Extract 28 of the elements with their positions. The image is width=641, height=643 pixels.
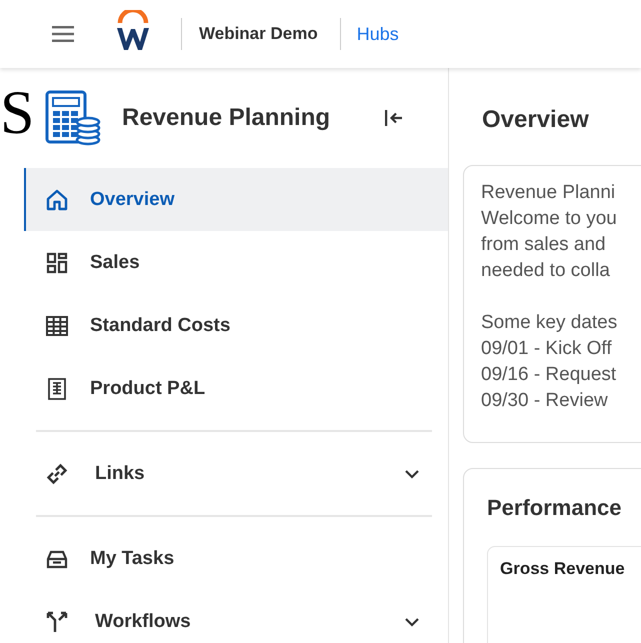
- welcome-text: Revenue Planni Welcome to you from sales and needed to colla: [481, 181, 618, 283]
- link-icon: [45, 462, 69, 486]
- nav-item[interactable]: Workflows: [24, 590, 448, 643]
- split-arrow-icon: [45, 610, 69, 634]
- collapse-icon[interactable]: [384, 109, 404, 127]
- page-title: Overview: [482, 106, 590, 134]
- nav-item[interactable]: Links: [24, 442, 448, 505]
- dashboard-icon: [45, 250, 69, 274]
- metric-title: Gross Revenue: [500, 559, 625, 578]
- app-title: Revenue Planning: [122, 104, 330, 132]
- calculator-coins-icon: [45, 90, 101, 146]
- chevron-down-icon[interactable]: [404, 468, 420, 478]
- nav-item[interactable]: Standard Costs: [24, 294, 448, 357]
- workspace-title: Webinar Demo: [199, 24, 318, 44]
- nav-item[interactable]: Product P&L: [24, 357, 448, 420]
- section-title: Performance: [487, 495, 623, 521]
- table-icon: [45, 314, 69, 338]
- stray-letter: S: [0, 82, 34, 144]
- nav-item[interactable]: My Tasks: [24, 527, 448, 590]
- document-icon: [45, 376, 69, 400]
- home-icon: [45, 188, 69, 212]
- key-dates-text: Some key dates 09/01 - Kick Off 09/16 - Request 09/30 - Review: [481, 311, 618, 413]
- logo-icon[interactable]: [115, 10, 151, 52]
- nav-item[interactable]: Sales: [24, 231, 448, 294]
- chevron-down-icon[interactable]: [404, 616, 420, 626]
- menu-icon[interactable]: [52, 26, 74, 42]
- nav-item[interactable]: Overview: [24, 168, 448, 231]
- hubs-link[interactable]: Hubs: [356, 24, 399, 44]
